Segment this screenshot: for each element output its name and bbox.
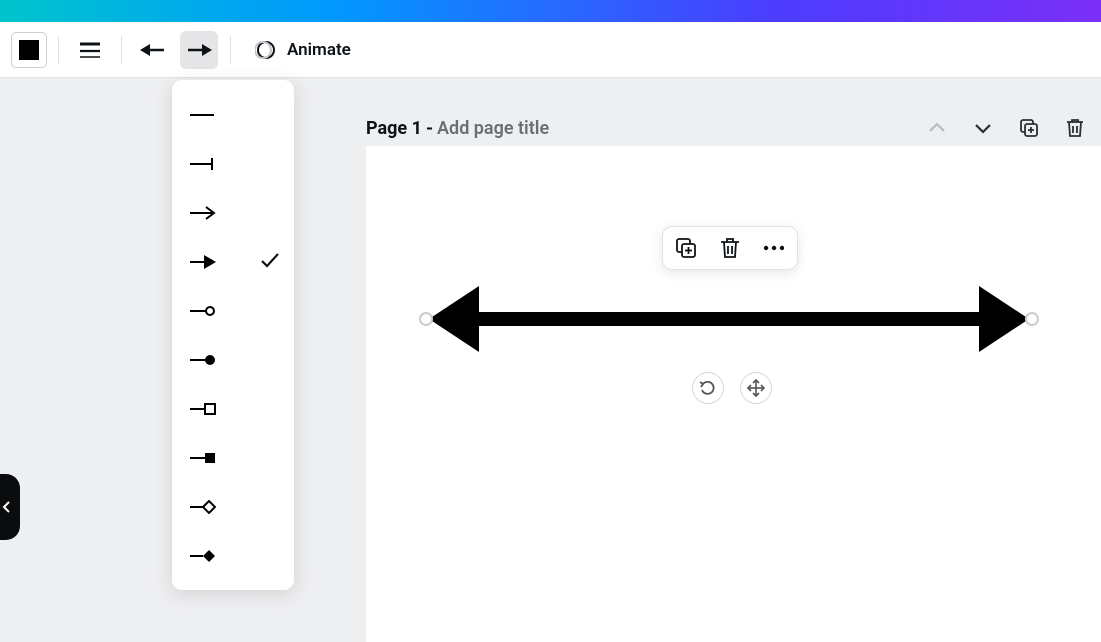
arrow-left-icon <box>140 42 166 58</box>
page-subtitle-input[interactable]: Add page title <box>437 118 549 139</box>
line-end-option-solid-diamond[interactable] <box>172 531 294 580</box>
double-arrow-shape[interactable] <box>424 274 1034 364</box>
page-title-separator: - <box>426 118 433 139</box>
check-icon <box>260 252 280 272</box>
line-end-open-arrow-icon <box>188 199 216 227</box>
toolbar-divider <box>58 36 59 64</box>
page-up-button[interactable] <box>923 114 951 142</box>
line-start-button[interactable] <box>134 31 172 69</box>
line-style-icon <box>79 41 101 59</box>
expand-side-panel-button[interactable] <box>0 474 20 540</box>
line-end-option-solid-circle[interactable] <box>172 335 294 384</box>
line-end-solid-circle-icon <box>188 346 216 374</box>
line-end-none-icon <box>188 101 216 129</box>
line-start-handle[interactable] <box>419 312 433 326</box>
line-style-button[interactable] <box>71 31 109 69</box>
line-end-option-bar[interactable] <box>172 139 294 188</box>
more-icon <box>763 245 785 251</box>
delete-button[interactable] <box>717 235 743 261</box>
line-end-handle[interactable] <box>1025 312 1039 326</box>
more-options-button[interactable] <box>761 235 787 261</box>
line-end-option-solid-arrow[interactable] <box>172 237 294 286</box>
line-end-option-open-square[interactable] <box>172 384 294 433</box>
line-end-bar-icon <box>188 150 216 178</box>
line-end-option-solid-square[interactable] <box>172 433 294 482</box>
page-title: Page 1 <box>366 118 422 139</box>
duplicate-page-button[interactable] <box>1015 114 1043 142</box>
line-end-solid-diamond-icon <box>188 542 216 570</box>
line-end-option-open-diamond[interactable] <box>172 482 294 531</box>
line-end-option-none[interactable] <box>172 90 294 139</box>
rotate-handle[interactable] <box>692 372 724 404</box>
toolbar-divider <box>230 36 231 64</box>
arrow-body <box>467 312 991 326</box>
arrow-head-right <box>979 286 1029 352</box>
rotate-icon <box>699 379 717 397</box>
line-end-open-circle-icon <box>188 297 216 325</box>
line-end-open-square-icon <box>188 395 216 423</box>
page-controls <box>923 114 1101 142</box>
arrow-right-icon <box>186 42 212 58</box>
toolbar-divider <box>121 36 122 64</box>
app-header-gradient <box>0 0 1101 22</box>
duplicate-icon <box>1019 118 1039 138</box>
animate-button[interactable]: Animate <box>243 31 363 69</box>
animate-label: Animate <box>287 40 351 60</box>
animate-icon <box>255 39 277 61</box>
trash-icon <box>720 237 740 259</box>
trash-icon <box>1066 118 1084 138</box>
chevron-left-icon <box>2 500 12 514</box>
color-swatch-button[interactable] <box>12 33 46 67</box>
context-toolbar: Animate <box>0 22 1101 78</box>
duplicate-button[interactable] <box>673 235 699 261</box>
line-end-solid-square-icon <box>188 444 216 472</box>
line-end-option-open-circle[interactable] <box>172 286 294 335</box>
chevron-up-icon <box>928 122 946 134</box>
page-down-button[interactable] <box>969 114 997 142</box>
line-end-solid-arrow-icon <box>188 248 216 276</box>
chevron-down-icon <box>974 122 992 134</box>
line-end-button[interactable] <box>180 31 218 69</box>
page-header: Page 1 - Add page title <box>366 112 1101 144</box>
move-icon <box>747 379 765 397</box>
line-end-dropdown <box>172 80 294 590</box>
duplicate-icon <box>675 237 697 259</box>
selection-floating-toolbar <box>662 226 798 270</box>
selection-transform-controls <box>692 372 772 404</box>
line-end-open-diamond-icon <box>188 493 216 521</box>
line-end-option-open-arrow[interactable] <box>172 188 294 237</box>
move-handle[interactable] <box>740 372 772 404</box>
delete-page-button[interactable] <box>1061 114 1089 142</box>
